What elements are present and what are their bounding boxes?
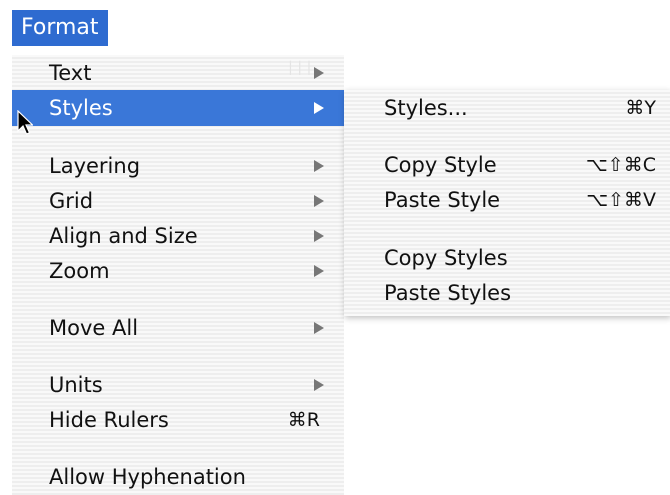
menu-item-text-label: Text — [49, 61, 92, 85]
submenu-item-copy-styles-label: Copy Styles — [384, 246, 508, 270]
menu-item-units-label: Units — [49, 373, 103, 397]
submenu-item-styles-dialog-label: Styles... — [384, 96, 468, 120]
menu-item-grid[interactable]: Grid — [12, 183, 344, 219]
menu-item-align-and-size[interactable]: Align and Size — [12, 218, 344, 254]
screenshot-stage: Format ▏▏▏ Text Styles Layering Grid Ali… — [0, 0, 670, 495]
menu-item-allow-hyphenation[interactable]: Allow Hyphenation — [12, 459, 344, 495]
submenu-item-copy-styles[interactable]: Copy Styles — [344, 240, 670, 276]
menu-item-move-all[interactable]: Move All — [12, 310, 344, 346]
menu-item-layering-label: Layering — [49, 154, 141, 178]
hide-rulers-shortcut: ⌘R — [287, 409, 320, 431]
menu-item-units[interactable]: Units — [12, 367, 344, 403]
submenu-arrow-icon — [314, 195, 324, 207]
menu-item-hide-rulers-label: Hide Rulers — [49, 408, 169, 432]
menu-item-allow-hyphenation-label: Allow Hyphenation — [49, 465, 246, 489]
submenu-arrow-icon — [314, 102, 324, 114]
submenu-arrow-icon — [314, 379, 324, 391]
submenu-arrow-icon — [314, 230, 324, 242]
paste-style-shortcut: ⌥⇧⌘V — [586, 189, 656, 211]
menu-item-styles[interactable]: Styles — [12, 90, 344, 126]
submenu-item-copy-style-label: Copy Style — [384, 153, 497, 177]
submenu-item-styles-dialog[interactable]: Styles... ⌘Y — [344, 90, 670, 126]
submenu-item-paste-style-label: Paste Style — [384, 188, 501, 212]
copy-style-shortcut: ⌥⇧⌘C — [585, 154, 656, 176]
submenu-item-paste-style[interactable]: Paste Style ⌥⇧⌘V — [344, 182, 670, 218]
menu-item-text[interactable]: Text — [12, 55, 344, 91]
submenu-item-paste-styles-label: Paste Styles — [384, 281, 512, 305]
submenu-arrow-icon — [314, 265, 324, 277]
styles-submenu: Styles... ⌘Y Copy Style ⌥⇧⌘C Paste Style… — [344, 90, 670, 316]
menu-item-hide-rulers[interactable]: Hide Rulers ⌘R — [12, 402, 344, 438]
menu-item-zoom[interactable]: Zoom — [12, 253, 344, 289]
submenu-arrow-icon — [314, 67, 324, 79]
menu-item-layering[interactable]: Layering — [12, 148, 344, 184]
styles-dialog-shortcut: ⌘Y — [625, 97, 656, 119]
submenu-item-copy-style[interactable]: Copy Style ⌥⇧⌘C — [344, 147, 670, 183]
menu-item-move-all-label: Move All — [49, 316, 139, 340]
mouse-pointer-icon — [17, 110, 33, 135]
submenu-item-paste-styles[interactable]: Paste Styles — [344, 275, 670, 311]
menu-item-grid-label: Grid — [49, 189, 94, 213]
menu-item-zoom-label: Zoom — [49, 259, 110, 283]
format-menu-title[interactable]: Format — [12, 10, 108, 46]
format-menu: ▏▏▏ Text Styles Layering Grid Align and … — [12, 55, 344, 495]
submenu-arrow-icon — [314, 160, 324, 172]
submenu-arrow-icon — [314, 322, 324, 334]
menu-item-styles-label: Styles — [49, 96, 113, 120]
menu-item-align-and-size-label: Align and Size — [49, 224, 198, 248]
